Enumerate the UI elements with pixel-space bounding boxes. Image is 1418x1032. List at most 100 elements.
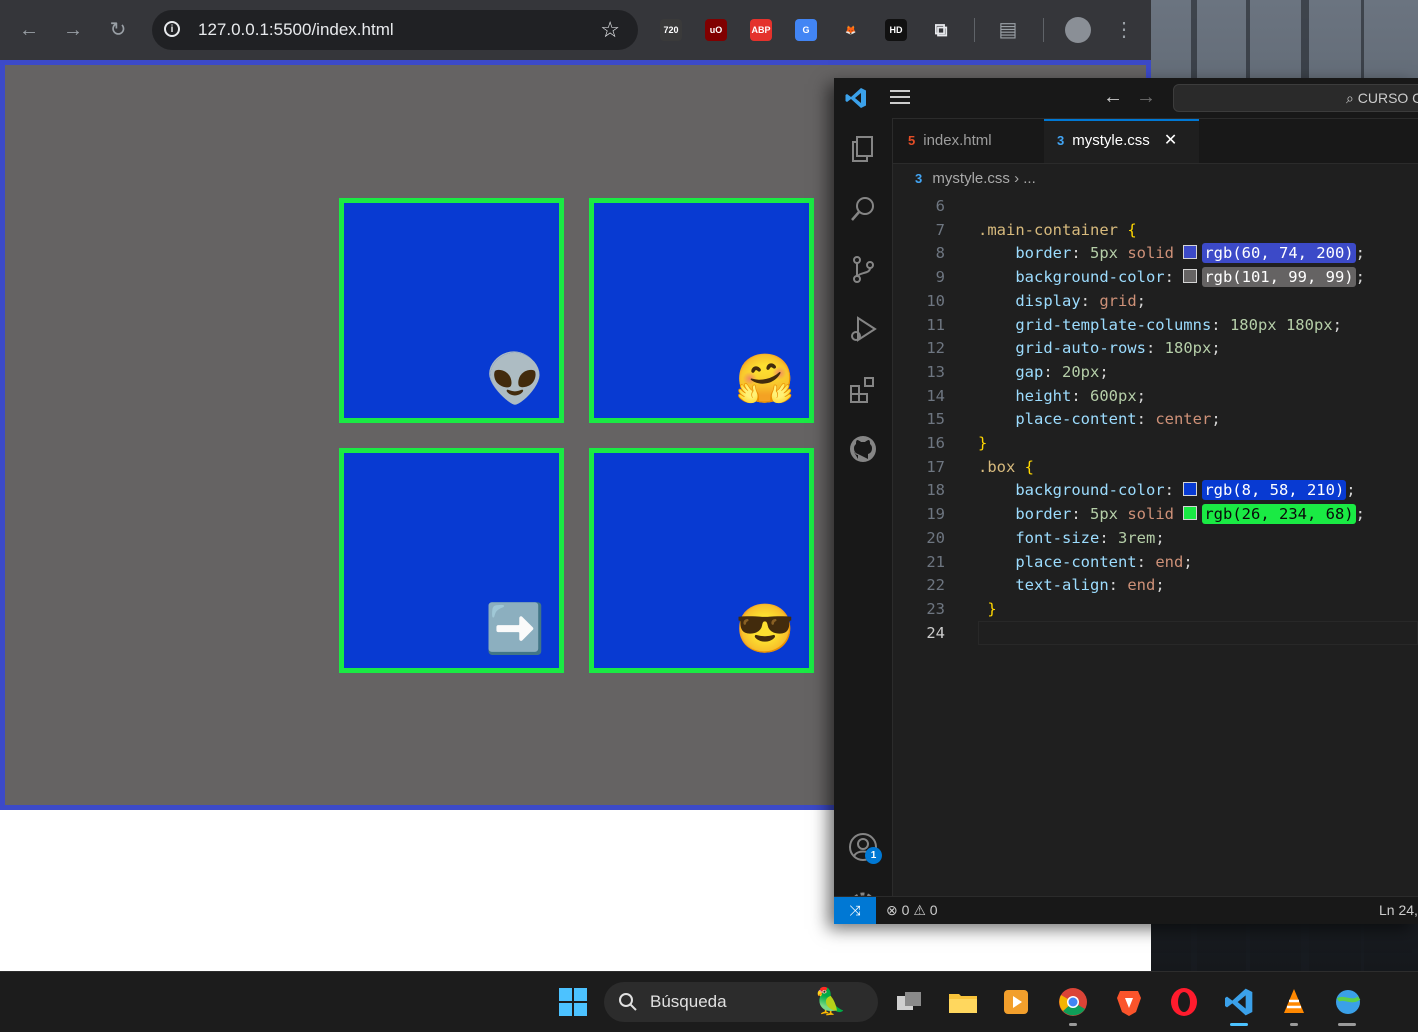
google-translate-icon[interactable]: G — [795, 19, 817, 41]
code-token: solid — [1118, 244, 1184, 263]
back-icon[interactable]: ← — [1103, 86, 1123, 109]
code-token: ; — [1346, 481, 1356, 500]
line-number: 6 — [935, 197, 945, 215]
css3-icon: 3 — [915, 171, 923, 186]
source-control-icon[interactable] — [848, 254, 878, 284]
code-text: grid-template-columns: 180px 180px; — [978, 313, 1342, 337]
task-view-icon[interactable] — [893, 986, 925, 1018]
breadcrumb-symbol[interactable]: ... — [1023, 170, 1036, 187]
code-token: end — [1127, 576, 1156, 595]
code-line: 14 height: 600px; — [893, 384, 1418, 408]
code-token: background-color — [978, 481, 1165, 500]
forward-icon[interactable]: → — [1136, 86, 1156, 109]
media-player-icon[interactable] — [1000, 986, 1032, 1018]
problems-indicator[interactable]: ⊗ 0 ⚠ 0 — [886, 897, 938, 923]
code-line: 23 } — [893, 597, 1418, 621]
opera-icon[interactable] — [1168, 986, 1200, 1018]
extensions-puzzle-icon[interactable]: ⧉ — [930, 19, 952, 41]
breadcrumb-file[interactable]: mystyle.css — [932, 170, 1010, 187]
chrome-menu-icon[interactable]: ⋮ — [1112, 18, 1136, 42]
hugging-face-emoji: 🤗 — [735, 353, 795, 406]
color-value: rgb(60, 74, 200) — [1202, 243, 1356, 264]
github-icon[interactable] — [848, 434, 878, 464]
adblock-plus-icon[interactable]: ABP — [750, 19, 772, 41]
code-text: text-align: end; — [978, 573, 1164, 597]
code-text: border: 5px solid rgb(26, 234, 68); — [978, 502, 1365, 526]
code-token: ; — [1355, 244, 1365, 263]
extensions-icon[interactable] — [848, 374, 878, 404]
explorer-icon[interactable] — [848, 134, 878, 164]
code-token: place-content — [978, 410, 1137, 429]
code-token: ; — [1211, 339, 1221, 358]
code-text: grid-auto-rows: 180px; — [978, 336, 1221, 360]
vlc-icon[interactable] — [1278, 986, 1310, 1018]
code-text: place-content: end; — [978, 550, 1192, 574]
run-debug-icon[interactable] — [848, 314, 878, 344]
windows-start-icon[interactable] — [557, 986, 589, 1018]
code-line: 15 place-content: center; — [893, 407, 1418, 431]
brave-icon[interactable] — [1113, 986, 1145, 1018]
forward-icon[interactable]: → — [61, 18, 85, 42]
bookmark-star-icon[interactable]: ☆ — [600, 17, 620, 43]
reading-list-icon[interactable]: ▤ — [996, 18, 1020, 42]
search-icon[interactable] — [848, 194, 878, 224]
ublock-icon[interactable]: uO — [705, 19, 727, 41]
profile-avatar[interactable] — [1065, 17, 1091, 43]
code-token: } — [978, 599, 997, 618]
code-token: : — [1145, 339, 1165, 358]
extension-fox-icon[interactable]: 🦊 — [840, 19, 862, 41]
color-swatch[interactable] — [1183, 269, 1198, 284]
code-token: solid — [1118, 505, 1184, 524]
file-explorer-icon[interactable] — [947, 986, 979, 1018]
code-token: } — [978, 434, 988, 452]
color-swatch[interactable] — [1183, 482, 1198, 497]
search-icon — [619, 993, 637, 1011]
cursor-position[interactable]: Ln 24, — [1379, 897, 1418, 923]
site-info-icon[interactable]: i — [164, 21, 180, 37]
color-value: rgb(26, 234, 68) — [1202, 504, 1356, 525]
line-number: 23 — [926, 599, 945, 618]
hamburger-menu-icon[interactable] — [890, 90, 910, 106]
hd-extension-icon[interactable]: HD — [885, 19, 907, 41]
command-center-search[interactable]: ⌕ CURSO CS — [1173, 84, 1418, 112]
windows-taskbar: Búsqueda 🦜 — [0, 971, 1418, 1032]
taskbar-search[interactable]: Búsqueda 🦜 — [604, 982, 878, 1022]
vscode-taskbar-icon[interactable] — [1223, 986, 1255, 1018]
chrome-icon[interactable] — [1057, 986, 1089, 1018]
line-number: 15 — [926, 410, 945, 429]
tab-mystyle-css[interactable]: 3 mystyle.css ✕ — [1044, 119, 1199, 163]
code-text: gap: 20px; — [978, 360, 1109, 384]
close-tab-icon[interactable]: ✕ — [1164, 132, 1177, 149]
code-token: grid — [1099, 291, 1137, 310]
back-icon[interactable]: ← — [17, 18, 41, 42]
code-token: 600px — [1090, 386, 1137, 405]
code-editor[interactable]: 6 7 .main-container {8 border: 5px solid r… — [893, 194, 1418, 896]
tab-index-html[interactable]: 5 index.html — [893, 119, 1043, 163]
code-line: 16} — [893, 431, 1418, 455]
code-token: : — [1071, 244, 1090, 263]
activity-bar: 1 — [834, 118, 893, 918]
code-token: { — [1024, 457, 1035, 476]
code-line: 19 border: 5px solid rgb(26, 234, 68); — [893, 502, 1418, 526]
breadcrumb: 3 mystyle.css › ... — [893, 164, 1418, 194]
reload-icon[interactable]: ↻ — [106, 18, 130, 42]
720-extension-icon[interactable]: 720 — [660, 19, 682, 41]
line-number: 24 — [926, 623, 945, 642]
color-swatch[interactable] — [1183, 506, 1198, 521]
code-token: 20px — [1062, 362, 1100, 381]
code-token: 5px — [1090, 244, 1118, 263]
code-token: font-size — [978, 528, 1100, 547]
color-swatch[interactable] — [1183, 245, 1198, 260]
tab-label: index.html — [923, 132, 992, 149]
code-line: 9 background-color: rgb(101, 99, 99); — [893, 265, 1418, 289]
toolbar-divider — [974, 18, 975, 42]
address-bar[interactable]: i 127.0.0.1:5500/index.html ☆ — [152, 10, 638, 50]
code-token: ; — [1099, 362, 1109, 381]
code-token: : — [1071, 505, 1090, 524]
code-token: height — [978, 386, 1072, 405]
running-indicator — [1290, 1023, 1298, 1026]
network-globe-icon[interactable] — [1332, 986, 1364, 1018]
code-text: .main-container { — [978, 218, 1137, 242]
remote-indicator-icon[interactable]: ⤨ — [834, 897, 876, 924]
workspace-name: CURSO CS — [1357, 90, 1418, 106]
